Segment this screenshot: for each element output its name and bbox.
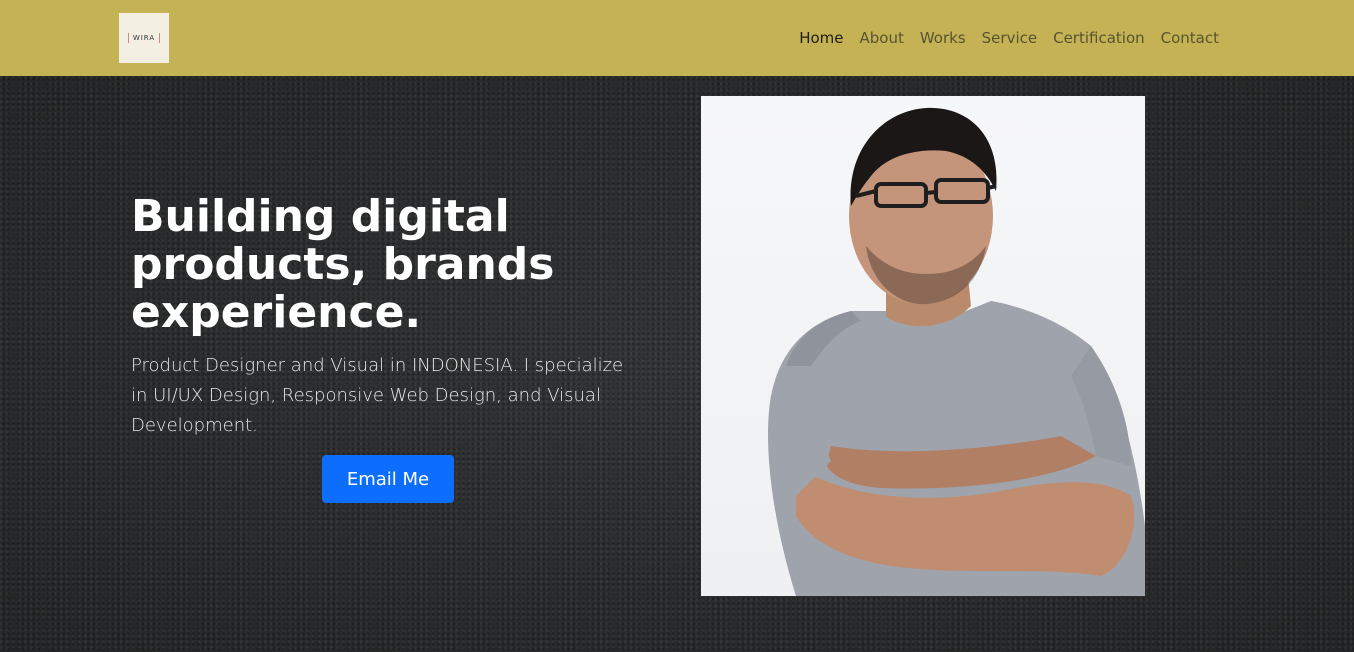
logo-text: WIRA <box>127 33 161 43</box>
nav-contact[interactable]: Contact <box>1153 29 1227 47</box>
profile-photo <box>701 96 1145 596</box>
nav-service[interactable]: Service <box>974 29 1045 47</box>
hero-section: Building digital products, brands experi… <box>0 76 1354 652</box>
nav-certification[interactable]: Certification <box>1045 29 1153 47</box>
navbar: WIRA Home About Works Service Certificat… <box>0 0 1354 76</box>
hero-intro: Product Designer and Visual in INDONESIA… <box>131 355 624 436</box>
hero-headline: Building digital products, brands experi… <box>131 191 555 338</box>
nav-home[interactable]: Home <box>791 29 851 47</box>
nav-menu: Home About Works Service Certification C… <box>791 0 1227 76</box>
person-illustration <box>768 107 1145 596</box>
nav-works[interactable]: Works <box>912 29 974 47</box>
logo[interactable]: WIRA <box>119 13 169 63</box>
nav-about[interactable]: About <box>851 29 911 47</box>
email-me-button[interactable]: Email Me <box>322 455 454 503</box>
